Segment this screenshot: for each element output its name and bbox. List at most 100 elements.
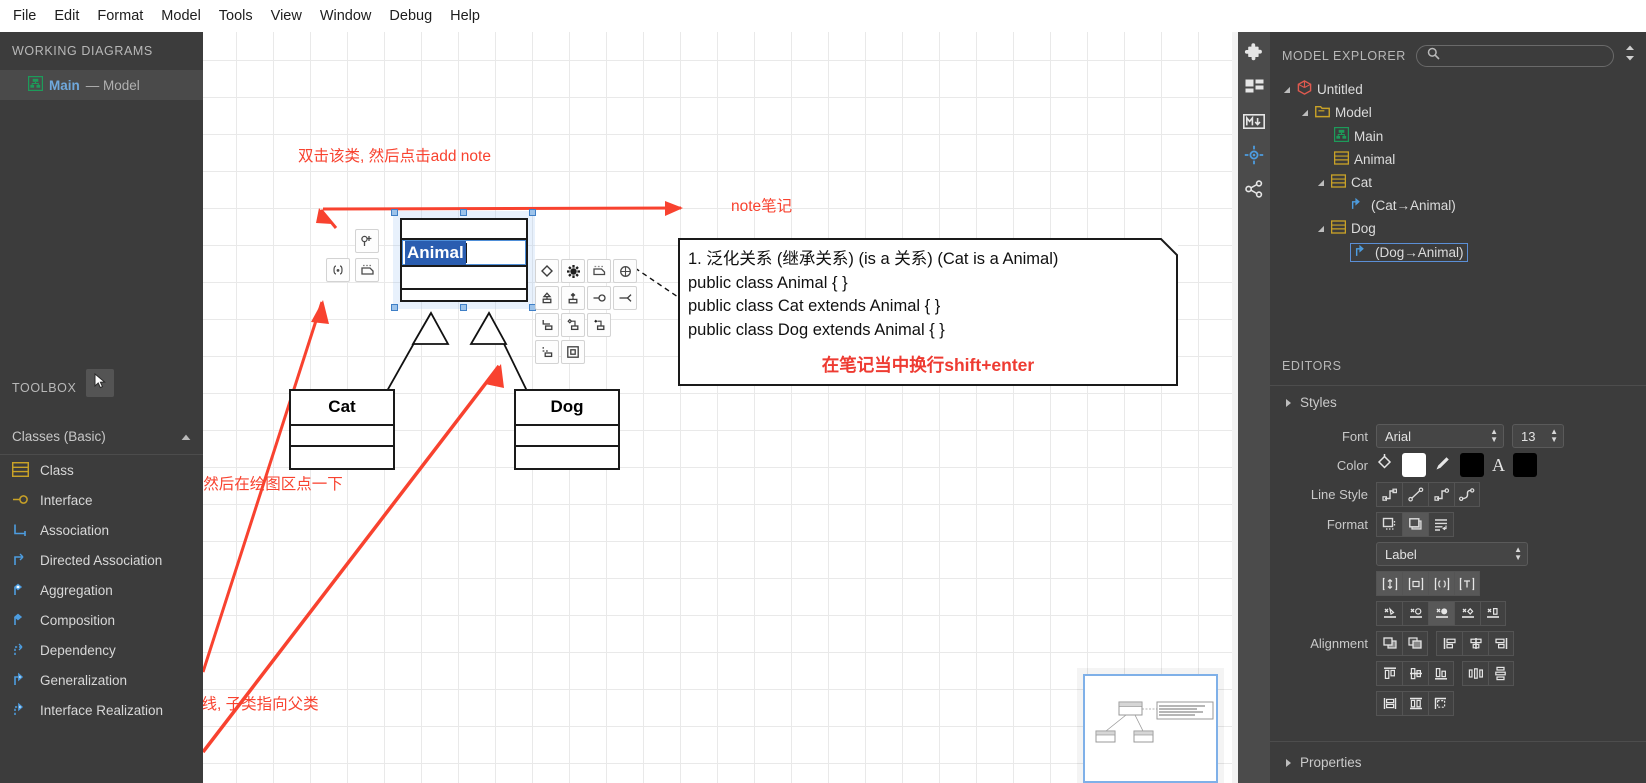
space-horizontally-icon[interactable] [1462,661,1488,686]
font-color-swatch[interactable] [1513,453,1537,477]
qbtn-add-note-shape[interactable] [587,259,611,283]
working-diagram-item-main[interactable]: Main — Model [0,70,203,100]
qbtn-aggregation[interactable] [561,313,585,337]
align-middle-icon[interactable] [1402,661,1428,686]
expander-icon[interactable]: ◢ [1316,178,1326,187]
menu-item-help[interactable]: Help [441,4,489,28]
menu-item-window[interactable]: Window [311,4,381,28]
align-left-icon[interactable] [1436,631,1462,656]
qbtn-subclass[interactable] [561,340,585,364]
expander-icon[interactable]: ◢ [1282,85,1292,94]
fill-color-swatch[interactable] [1402,453,1426,477]
show-shadow-icon[interactable] [1402,512,1428,537]
space-vertically-icon[interactable] [1488,661,1514,686]
suppress-receptions-icon[interactable] [1428,601,1454,626]
toolbox-item-association[interactable]: Association [0,515,203,545]
qbtn-gear[interactable] [561,259,585,283]
rectilinear-icon[interactable] [1376,482,1402,507]
qbtn-dependency[interactable] [587,313,611,337]
show-property-icon[interactable] [1428,571,1454,596]
resize-handle-s[interactable] [460,304,467,311]
class-shape-animal[interactable]: Animal [400,218,528,302]
tree-item-cat-animal-generalization[interactable]: (Cat→Animal) [1282,194,1646,217]
qbtn-generalization[interactable] [535,286,559,310]
align-bottom-icon[interactable] [1428,661,1454,686]
align-right-icon[interactable] [1488,631,1514,656]
set-height-icon[interactable] [1402,691,1428,716]
menu-item-file[interactable]: File [4,4,45,28]
toolbox-item-interface-realization[interactable]: Interface Realization [0,695,203,725]
model-explorer-search-input[interactable] [1415,44,1614,67]
show-operation-icon[interactable] [1454,571,1480,596]
show-type-icon[interactable] [1376,571,1402,596]
qbtn-interface[interactable] [587,286,611,310]
oblique-icon[interactable] [1402,482,1428,507]
toolbox-item-directed-association[interactable]: Directed Association [0,545,203,575]
animal-name-input[interactable]: Animal [402,240,526,265]
pointer-tool-button[interactable] [86,369,114,397]
qbtn-add-attribute[interactable] [355,229,379,253]
markdown-icon[interactable] [1243,110,1265,132]
spinner-icon[interactable]: ▲ ▼ [1514,546,1522,562]
line-color-swatch[interactable] [1460,453,1484,477]
toolbox-item-class[interactable]: Class [0,455,203,485]
font-family-select[interactable]: Arial ▲ ▼ [1376,424,1504,448]
align-center-icon[interactable] [1462,631,1488,656]
curve-icon[interactable] [1454,482,1480,507]
toolbox-item-dependency[interactable]: Dependency [0,635,203,665]
send-to-back-icon[interactable] [1376,631,1402,656]
spinner-icon[interactable]: ▲ ▼ [1550,428,1558,444]
qbtn-add-note[interactable] [355,258,379,282]
spinner-icon[interactable]: ▲ ▼ [1490,428,1498,444]
rounded-rect-icon[interactable] [1428,482,1454,507]
menu-item-edit[interactable]: Edit [45,4,88,28]
note-shape[interactable]: 1. 泛化关系 (继承关系) (is a 关系) (Cat is a Anima… [678,238,1178,386]
font-color-icon[interactable]: A [1492,455,1505,476]
menu-item-model[interactable]: Model [152,4,210,28]
share-icon[interactable] [1243,178,1265,200]
resize-handle-ne[interactable] [529,209,536,216]
suppress-literals-icon[interactable] [1454,601,1480,626]
label-select[interactable]: Label ▲ ▼ [1376,542,1528,566]
class-shape-cat[interactable]: Cat [289,389,395,470]
resize-handle-n[interactable] [460,209,467,216]
fill-bucket-icon[interactable] [1376,453,1394,477]
tree-item-dog[interactable]: ◢ Dog [1282,217,1646,240]
target-icon[interactable] [1243,144,1265,166]
menu-item-debug[interactable]: Debug [380,4,441,28]
toolbox-item-interface[interactable]: Interface [0,485,203,515]
bring-to-front-icon[interactable] [1402,631,1428,656]
suppress-compartment-icon[interactable] [1480,601,1506,626]
qbtn-realization[interactable] [535,340,559,364]
qbtn-composition[interactable] [561,286,585,310]
pencil-icon[interactable] [1434,454,1452,477]
toolbox-item-aggregation[interactable]: Aggregation [0,575,203,605]
menu-item-view[interactable]: View [262,4,311,28]
sort-icon[interactable] [1624,44,1636,67]
font-size-select[interactable]: 13 ▲ ▼ [1512,424,1564,448]
align-top-icon[interactable] [1376,661,1402,686]
qbtn-add-constraint[interactable] [326,258,350,282]
diagram-canvas[interactable]: 双击该类, 然后点击add note note笔记 类, 点一下, 然后在绘图区… [203,32,1238,783]
set-size-icon[interactable] [1428,691,1454,716]
qbtn-association[interactable] [613,286,637,310]
layout-icon[interactable] [1243,76,1265,98]
styles-section-toggle[interactable]: Styles [1270,386,1646,419]
toolbox-group-classes-basic[interactable]: Classes (Basic) [0,423,203,455]
qbtn-quick-edit[interactable] [535,259,559,283]
tree-item-untitled[interactable]: ◢ Untitled [1282,77,1646,101]
toolbox-item-composition[interactable]: Composition [0,605,203,635]
expander-icon[interactable]: ◢ [1300,108,1310,117]
set-width-icon[interactable] [1376,691,1402,716]
qbtn-add-link[interactable] [613,259,637,283]
tree-item-model[interactable]: ◢ Model [1282,101,1646,124]
tree-item-cat[interactable]: ◢ Cat [1282,171,1646,194]
expander-icon[interactable]: ◢ [1316,224,1326,233]
class-shape-dog[interactable]: Dog [514,389,620,470]
menu-item-tools[interactable]: Tools [210,4,262,28]
suppress-operations-icon[interactable] [1402,601,1428,626]
suppress-attributes-icon[interactable] [1376,601,1402,626]
diagram-minimap[interactable] [1083,674,1218,783]
properties-section-toggle[interactable]: Properties [1270,741,1646,783]
toolbox-item-generalization[interactable]: Generalization [0,665,203,695]
